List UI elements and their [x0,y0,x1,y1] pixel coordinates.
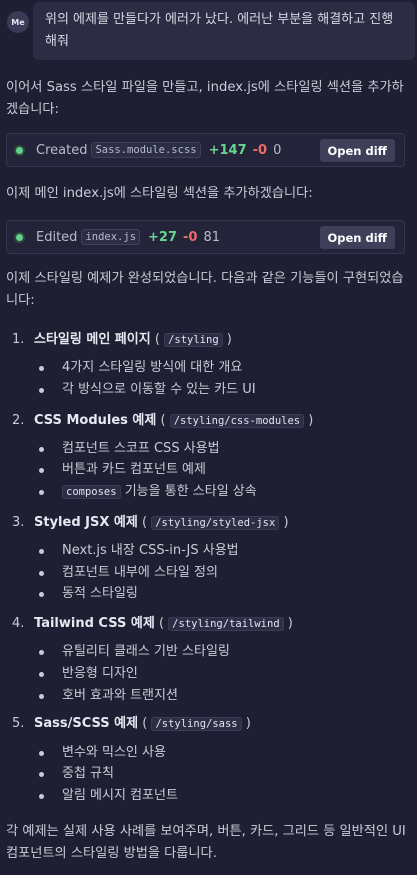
user-message: Me 위의 에제를 만들다가 에러가 났다. 에러난 부분을 해결하고 진행해줘 [0,0,417,62]
list-item: 컴포넌트 스코프 CSS 사용법 [39,439,220,459]
assistant-paragraph-2: 이제 메인 index.js에 스타일링 섹션을 추가하겠습니다: [6,186,313,201]
list-item: 반응형 디자인 [39,664,138,684]
list-item: 각 방식으로 이동할 수 있는 카드 UI [39,380,256,400]
list-item: Next.js 내장 CSS-in-JS 사용법 [39,541,239,561]
file-change-card-created: Created Sass.module.scss +147 -0 0 Open … [6,133,405,167]
status-dot-icon [16,233,23,241]
list-item-title: 3. Styled JSX 예제 ( /styling/styled-jsx ) [12,515,289,530]
list-item: 버튼과 카드 컴포넌트 예제 [39,460,206,480]
list-item-title: 1. 스타일링 메인 페이지 ( /styling ) [12,332,232,347]
open-diff-button[interactable]: Open diff [319,139,395,162]
list-item: 유틸리티 클래스 기반 스타일링 [39,642,230,662]
list-item: composes 기능을 통한 스타일 상속 [39,482,257,502]
file-name[interactable]: index.js [81,229,141,245]
file-status: Edited [36,229,78,245]
list-item: 컴포넌트 내부에 스타일 정의 [39,563,218,583]
list-item-title: 4. Tailwind CSS 예제 ( /styling/tailwind ) [12,616,293,631]
lines-removed: -0 [183,229,198,245]
assistant-paragraph-4: 각 예제는 실제 사용 사례를 보여주며, 버튼, 카드, 그리드 등 일반적인… [6,824,406,861]
line-count: 81 [203,229,220,245]
list-item: 4가지 스타일링 방식에 대한 개요 [39,358,242,378]
user-avatar: Me [7,11,29,33]
lines-added: +147 [208,142,247,158]
user-message-bubble: 위의 에제를 만들다가 에러가 났다. 에러난 부분을 해결하고 진행해줘 [33,2,415,60]
list-item: 호버 효과와 트랜지션 [39,686,178,706]
list-item-title: 5. Sass/SCSS 예제 ( /styling/sass ) [12,716,251,731]
open-diff-button[interactable]: Open diff [319,226,395,249]
lines-added: +27 [148,229,177,245]
list-item: 변수와 믹스인 사용 [39,743,166,763]
lines-removed: -0 [252,142,268,158]
list-item: 중첩 규칙 [39,764,114,784]
assistant-paragraph-3: 이제 스타일링 예제가 완성되었습니다. 다음과 같은 기능들이 구현되었습니다… [6,271,404,308]
file-change-card-edited: Edited index.js +27 -0 81 Open diff [6,220,405,254]
list-item: 동적 스타일링 [39,584,138,604]
file-name[interactable]: Sass.module.scss [91,142,201,158]
file-status: Created [36,142,88,158]
list-item: 알림 메시지 컴포넌트 [39,786,178,806]
status-dot-icon [16,146,23,154]
list-item-title: 2. CSS Modules 예제 ( /styling/css-modules … [12,413,314,428]
assistant-paragraph-1: 이어서 Sass 스타일 파일을 만들고, index.js에 스타일링 섹션을… [6,80,404,117]
line-count: 0 [273,142,282,158]
